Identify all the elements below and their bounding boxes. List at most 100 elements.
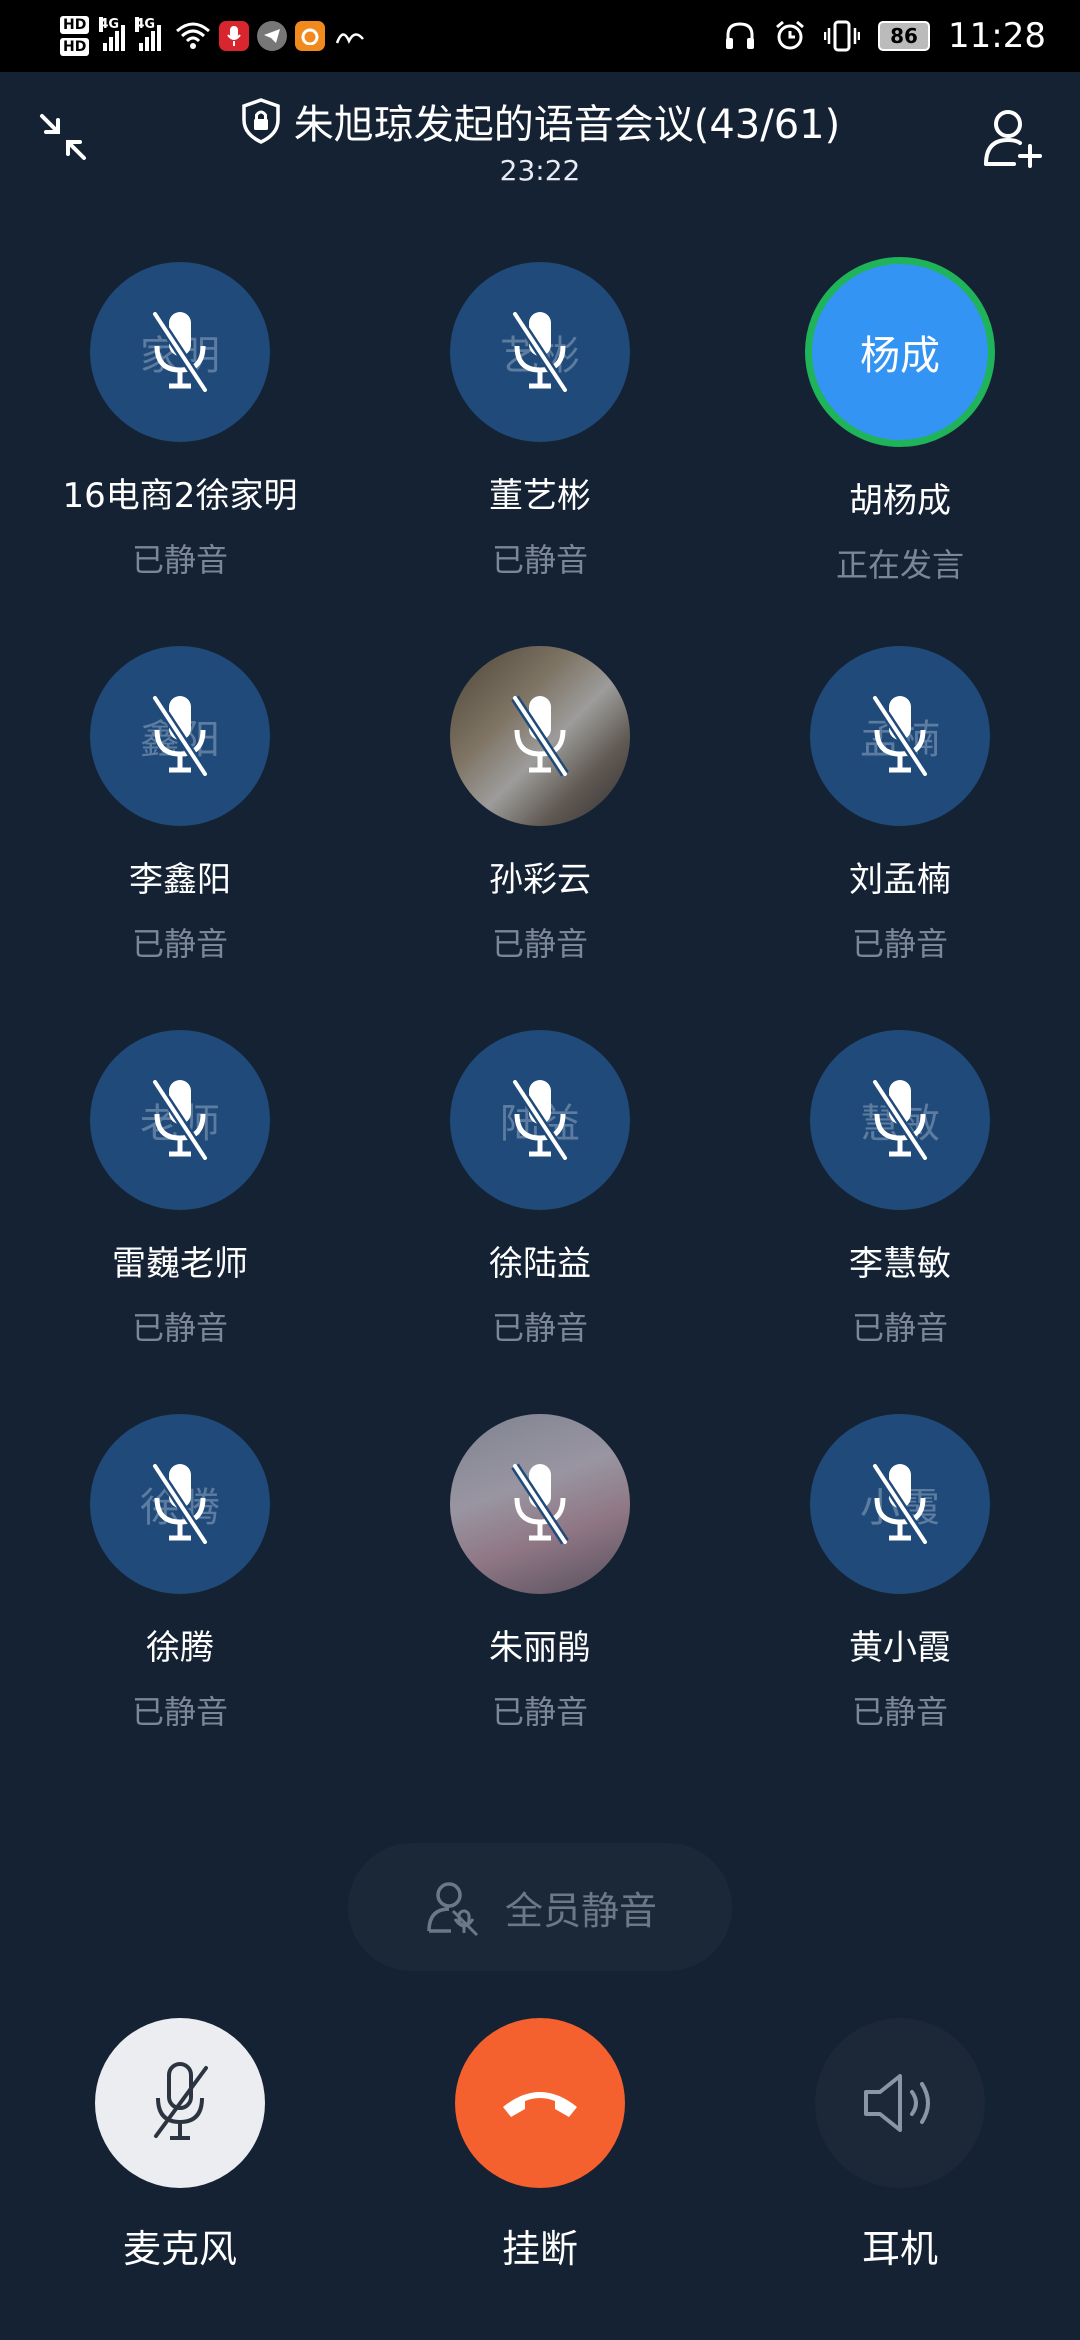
hangup-button[interactable] — [455, 2018, 625, 2188]
hd-indicators: HD HD — [60, 16, 90, 56]
participant-tile[interactable]: 家明 16电商2徐家明已静音 — [0, 262, 360, 581]
clock: 11:28 — [948, 16, 1046, 56]
participant-avatar: 家明 — [90, 262, 270, 442]
participant-avatar: 鑫阳 — [90, 646, 270, 826]
muted-mic-icon — [511, 695, 569, 777]
muted-mic-icon — [511, 1463, 569, 1545]
hd1-badge: HD — [60, 16, 90, 34]
call-header: 朱旭琼发起的语音会议(43/61) 23:22 — [0, 72, 1080, 202]
call-timer: 23:22 — [499, 154, 581, 187]
hangup-phone-icon — [503, 2092, 577, 2117]
conference-title: 朱旭琼发起的语音会议(43/61) — [293, 102, 841, 148]
participant-tile[interactable]: 孟楠刘孟楠已静音 — [720, 646, 1080, 965]
headphones-icon — [726, 22, 755, 49]
hangup-label: 挂断 — [501, 2227, 578, 2271]
participant-avatar: 陆益 — [450, 1030, 630, 1210]
muted-mic-icon — [151, 311, 209, 393]
participant-name: 胡杨成 — [849, 481, 951, 521]
participant-status: 已静音 — [491, 1693, 588, 1731]
mute-all-icon — [427, 1882, 479, 1937]
participant-avatar: 老师 — [90, 1030, 270, 1210]
participant-name: 黄小霞 — [849, 1628, 951, 1668]
status-bar: HD HD 4G 4G 86 11:28 — [0, 0, 1080, 72]
mic-off-icon — [154, 2062, 208, 2140]
signal-icon-2: 4G — [135, 17, 162, 51]
participant-tile[interactable]: 孙彩云 已静音 — [360, 646, 720, 965]
participant-tile[interactable]: 陆益徐陆益已静音 — [360, 1030, 720, 1349]
avatar-initials: 杨成 — [860, 333, 940, 379]
signal-icon: 4G — [99, 17, 126, 51]
participant-avatar: 孟楠 — [810, 646, 990, 826]
participant-status: 已静音 — [131, 1693, 228, 1731]
uc-browser-icon — [295, 21, 326, 51]
muted-mic-icon — [511, 1079, 569, 1161]
participant-tile[interactable]: 老师雷巍老师已静音 — [0, 1030, 360, 1349]
participant-avatar: 杨成 — [805, 257, 995, 447]
participant-avatar — [450, 1414, 630, 1594]
participant-status: 已静音 — [851, 1693, 948, 1731]
participant-status: 已静音 — [851, 925, 948, 963]
mic-toggle-button[interactable] — [95, 2018, 265, 2188]
participant-tile[interactable]: 艺彬董艺彬已静音 — [360, 262, 720, 581]
hangup-control: 挂断 — [390, 2018, 690, 2273]
participant-avatar: 慧敏 — [810, 1030, 990, 1210]
participant-status: 正在发言 — [835, 546, 964, 584]
participant-tile[interactable]: 朱丽鹃 已静音 — [360, 1414, 720, 1733]
participant-name: 董艺彬 — [489, 476, 591, 516]
alarm-icon — [776, 20, 804, 50]
wifi-icon — [176, 22, 211, 49]
study-app-icon — [336, 33, 365, 44]
hd2-badge: HD — [60, 38, 90, 56]
encrypted-shield-icon — [242, 98, 280, 144]
participant-name: 刘孟楠 — [849, 860, 951, 900]
participant-name: 李慧敏 — [849, 1244, 951, 1284]
speaker-icon — [864, 2074, 930, 2132]
mute-all-label: 全员静音 — [504, 1888, 657, 1933]
mute-all-button[interactable]: 全员静音 — [348, 1843, 732, 1971]
participant-status: 已静音 — [131, 925, 228, 963]
participant-avatar: 小霞 — [810, 1414, 990, 1594]
muted-mic-icon — [151, 1463, 209, 1545]
participant-name: 孙彩云 — [489, 860, 591, 900]
participant-tile[interactable]: 小霞黄小霞已静音 — [720, 1414, 1080, 1733]
telegram-app-icon — [257, 21, 288, 51]
mic-label: 麦克风 — [122, 2227, 237, 2271]
muted-mic-icon — [511, 311, 569, 393]
network-type-label-2: 4G — [135, 17, 156, 32]
add-participant-icon[interactable] — [980, 106, 1044, 170]
participant-name: 朱丽鹃 — [489, 1628, 591, 1668]
participant-tile[interactable]: 鑫阳李鑫阳已静音 — [0, 646, 360, 965]
status-left: HD HD 4G 4G — [60, 8, 367, 64]
network-type-label: 4G — [99, 17, 120, 32]
participant-avatar — [450, 646, 630, 826]
participant-name: 李鑫阳 — [129, 860, 231, 900]
mic-control: 麦克风 — [30, 2018, 330, 2273]
participant-status: 已静音 — [491, 925, 588, 963]
participant-status: 已静音 — [131, 541, 228, 579]
participant-avatar: 艺彬 — [450, 262, 630, 442]
participant-status: 已静音 — [131, 1309, 228, 1347]
participant-name: 徐腾 — [146, 1628, 214, 1668]
speaker-toggle-button[interactable] — [815, 2018, 985, 2188]
participant-name: 徐陆益 — [489, 1244, 591, 1284]
earpiece-control: 耳机 — [750, 2018, 1050, 2273]
muted-mic-icon — [871, 1463, 929, 1545]
title-line: 朱旭琼发起的语音会议(43/61) — [240, 92, 840, 150]
muted-mic-icon — [151, 1079, 209, 1161]
muted-mic-icon — [871, 695, 929, 777]
participant-name: 16电商2徐家明 — [62, 476, 298, 516]
muted-mic-icon — [151, 695, 209, 777]
title-block: 朱旭琼发起的语音会议(43/61) 23:22 — [0, 92, 1080, 187]
participant-status: 已静音 — [491, 541, 588, 579]
participant-status: 已静音 — [851, 1309, 948, 1347]
vibrate-icon — [824, 20, 861, 52]
muted-mic-icon — [871, 1079, 929, 1161]
battery-indicator: 86 — [878, 21, 931, 51]
status-right: 86 11:28 — [724, 0, 1046, 72]
participant-tile[interactable]: 徐腾徐腾已静音 — [0, 1414, 360, 1733]
recorder-app-icon — [219, 21, 250, 51]
participant-tile[interactable]: 慧敏李慧敏已静音 — [720, 1030, 1080, 1349]
earpiece-label: 耳机 — [861, 2227, 938, 2271]
participant-tile[interactable]: 杨成 胡杨成 正在发言 — [720, 257, 1080, 586]
participant-name: 雷巍老师 — [112, 1244, 248, 1284]
